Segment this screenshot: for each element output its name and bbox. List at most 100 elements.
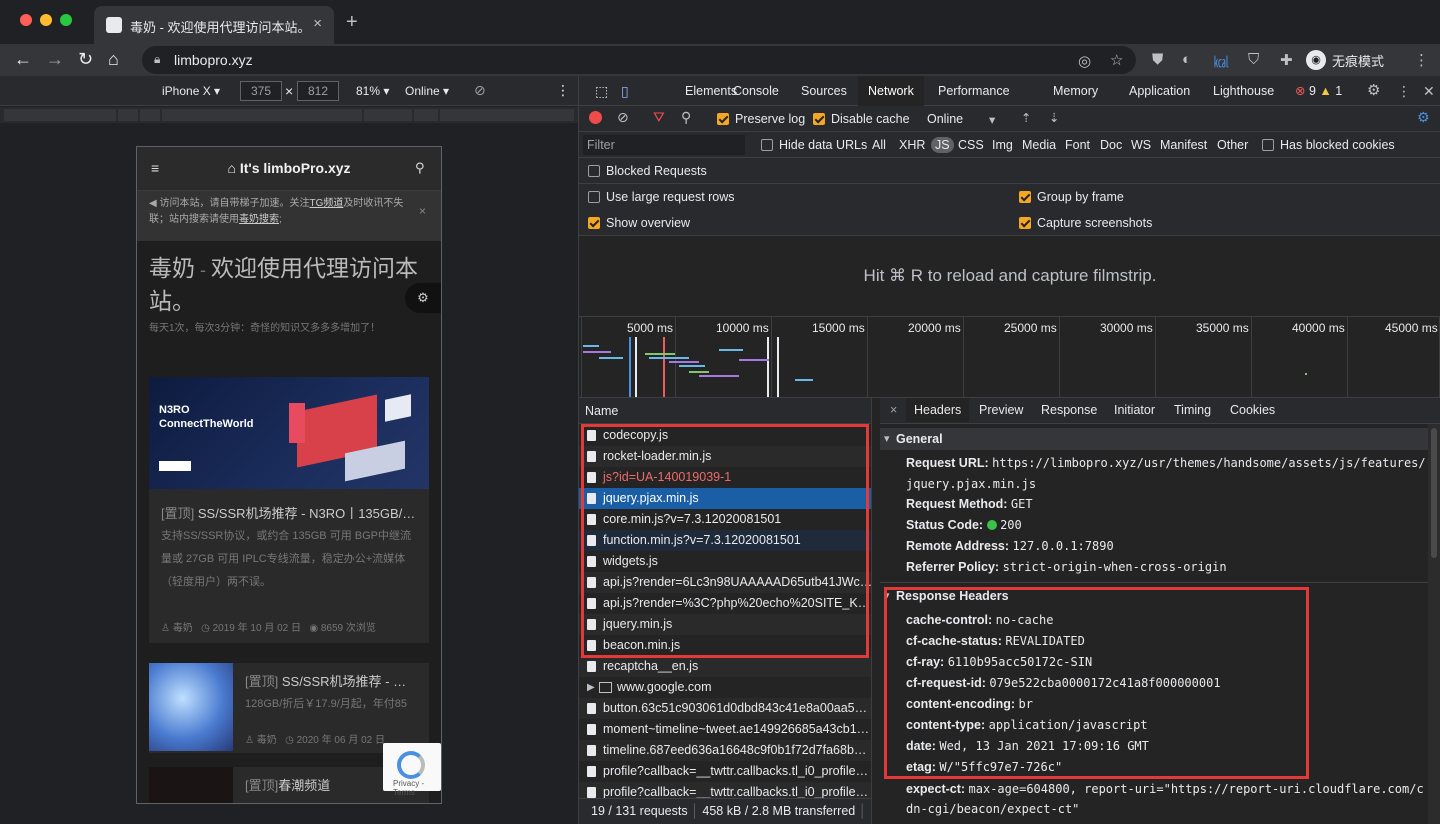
issues-counter[interactable]: ⊗ 9 ▲ 1	[1285, 76, 1352, 106]
recaptcha-links[interactable]: Privacy - Terms	[393, 779, 441, 797]
hide-data-urls-checkbox[interactable]: Hide data URLs	[761, 138, 867, 152]
request-row[interactable]: rocket-loader.min.js	[579, 446, 871, 467]
filter-icon[interactable]: ⛛	[653, 109, 665, 126]
tab-cookies[interactable]: Cookies	[1222, 398, 1283, 422]
site-title[interactable]: ⌂ It's limboPro.xyz	[137, 160, 441, 176]
request-row[interactable]: widgets.js	[579, 551, 871, 572]
request-row[interactable]: js?id=UA-140019039-1	[579, 467, 871, 488]
throttle-dropdown[interactable]: Online ▾	[927, 112, 995, 127]
request-row[interactable]: core.min.js?v=7.3.12020081501	[579, 509, 871, 530]
device-toggle-icon[interactable]: ▯	[611, 76, 639, 106]
post-title[interactable]: [置顶] SS/SSR机场推荐 - …	[245, 671, 421, 690]
search-link[interactable]: 毒奶搜索	[239, 214, 279, 225]
has-blocked-cookies-checkbox[interactable]: Has blocked cookies	[1262, 138, 1395, 152]
extension-circle-icon[interactable]: ◐	[1182, 51, 1191, 68]
minimize-window-button[interactable]	[40, 14, 52, 26]
frame-group-row[interactable]: ▶ www.google.com	[579, 677, 871, 698]
network-overview-timeline[interactable]: 5000 ms 10000 ms 15000 ms 20000 ms 25000…	[579, 316, 1440, 398]
detail-close-icon[interactable]: ×	[882, 398, 905, 422]
eye-off-icon[interactable]: ◎	[1078, 52, 1091, 70]
request-row[interactable]: jquery.min.js	[579, 614, 871, 635]
zoom-window-button[interactable]	[60, 14, 72, 26]
clear-icon[interactable]: ⊘	[617, 109, 629, 126]
post-author[interactable]: 毒奶	[257, 735, 277, 746]
type-other[interactable]: Other	[1217, 138, 1248, 152]
request-row[interactable]: jquery.pjax.min.js	[579, 488, 871, 509]
tab-timing[interactable]: Timing	[1166, 398, 1219, 422]
disable-cache-checkbox[interactable]: Disable cache	[813, 112, 910, 126]
response-headers-section-header[interactable]: ▾ Response Headers	[880, 586, 1428, 606]
url-text[interactable]: limbopro.xyz	[174, 52, 253, 68]
tab-performance[interactable]: Performance	[928, 76, 1020, 106]
request-row[interactable]: moment~timeline~tweet.ae149926685a43cb14…	[579, 719, 871, 740]
address-bar[interactable]: 🔒︎ limbopro.xyz ◎ ☆	[142, 46, 1136, 74]
settings-gear-icon[interactable]: ⚙	[405, 283, 441, 313]
group-by-frame-checkbox[interactable]: Group by frame	[1019, 190, 1124, 204]
tab-preview[interactable]: Preview	[971, 398, 1031, 422]
preserve-log-checkbox[interactable]: Preserve log	[717, 112, 805, 126]
import-har-icon[interactable]: ⇡	[1021, 110, 1031, 125]
shield-check-icon[interactable]: ⛉	[1248, 51, 1259, 68]
tg-channel-link[interactable]: TG频道	[309, 198, 343, 209]
device-select[interactable]: iPhone X ▾	[162, 84, 220, 98]
extension-kk-icon[interactable]: ㎉	[1214, 51, 1229, 72]
close-window-button[interactable]	[20, 14, 32, 26]
type-all[interactable]: All	[872, 138, 886, 152]
type-css[interactable]: CSS	[958, 138, 984, 152]
capture-screenshots-checkbox[interactable]: Capture screenshots	[1019, 216, 1152, 230]
tab-lighthouse[interactable]: Lighthouse	[1203, 76, 1284, 106]
filter-input[interactable]: Filter	[583, 135, 745, 155]
network-settings-icon[interactable]: ⚙	[1417, 109, 1430, 126]
post-author[interactable]: 毒奶	[173, 623, 193, 634]
request-row[interactable]: beacon.min.js	[579, 635, 871, 656]
puzzle-icon[interactable]: ✚	[1280, 51, 1293, 69]
type-ws[interactable]: WS	[1131, 138, 1151, 152]
detail-scrollbar[interactable]	[1428, 424, 1440, 824]
zoom-select[interactable]: 81% ▾	[356, 84, 389, 98]
general-section-header[interactable]: General	[880, 428, 1428, 450]
forward-icon[interactable]: →	[46, 50, 64, 68]
tab-headers[interactable]: Headers	[906, 398, 970, 422]
notice-close-icon[interactable]: ×	[419, 203, 426, 219]
show-overview-checkbox[interactable]: Show overview	[588, 216, 690, 230]
throttle-select[interactable]: Online ▾	[405, 84, 449, 98]
tab-initiator[interactable]: Initiator	[1106, 398, 1163, 422]
large-rows-checkbox[interactable]: Use large request rows	[588, 190, 735, 204]
device-more-icon[interactable]: ⋮	[556, 82, 570, 99]
export-har-icon[interactable]: ⇣	[1049, 110, 1059, 125]
type-doc[interactable]: Doc	[1100, 138, 1122, 152]
request-row[interactable]: codecopy.js	[579, 425, 871, 446]
request-row[interactable]: timeline.687eed636a16648c9f0b1f72d7fa68b…	[579, 740, 871, 761]
record-button[interactable]	[589, 111, 602, 124]
tab-application[interactable]: Application	[1119, 76, 1200, 106]
request-row[interactable]: recaptcha__en.js	[579, 656, 871, 677]
type-img[interactable]: Img	[992, 138, 1013, 152]
post-card[interactable]: [置顶] SS/SSR机场推荐 - … 128GB/折后￥17.9/月起，年付8…	[149, 663, 429, 753]
type-font[interactable]: Font	[1065, 138, 1090, 152]
request-row[interactable]: button.63c51c903061d0dbd843c41e8a00aa5a.…	[579, 698, 871, 719]
browser-tab[interactable]: 毒奶 - 欢迎使用代理访问本站。 ×	[94, 6, 334, 44]
menu-kebab-icon[interactable]: ⋮	[1414, 51, 1429, 69]
ublock-icon[interactable]: ⛊	[1152, 51, 1163, 68]
devtools-settings-icon[interactable]: ⚙	[1357, 76, 1390, 106]
recaptcha-badge[interactable]: Privacy - Terms	[383, 743, 441, 797]
type-js[interactable]: JS	[931, 137, 954, 153]
tab-console[interactable]: Console	[723, 76, 789, 106]
media-query-ruler[interactable]	[0, 107, 578, 123]
tab-close-icon[interactable]: ×	[313, 15, 322, 32]
devtools-close-icon[interactable]: ✕	[1413, 76, 1440, 106]
request-row[interactable]: api.js?render=%3C?php%20echo%20SITE_KE…	[579, 593, 871, 614]
search-icon[interactable]: ⚲	[415, 160, 425, 176]
reload-icon[interactable]: ↻	[78, 50, 93, 68]
tab-response[interactable]: Response	[1033, 398, 1105, 422]
expand-triangle-icon[interactable]: ▶	[587, 677, 595, 698]
type-xhr[interactable]: XHR	[899, 138, 925, 152]
type-media[interactable]: Media	[1022, 138, 1056, 152]
rotate-icon[interactable]: ⊘	[474, 82, 486, 99]
post-title[interactable]: [置顶] SS/SSR机场推荐 - N3RO丨135GB/…	[161, 503, 419, 522]
blocked-requests-checkbox[interactable]: Blocked Requests	[588, 164, 707, 178]
request-row[interactable]: function.min.js?v=7.3.12020081501	[579, 530, 871, 551]
request-row[interactable]: profile?callback=__twttr.callbacks.tl_i0…	[579, 761, 871, 782]
new-tab-button[interactable]: +	[346, 11, 358, 34]
device-height-input[interactable]: 812	[297, 81, 339, 101]
